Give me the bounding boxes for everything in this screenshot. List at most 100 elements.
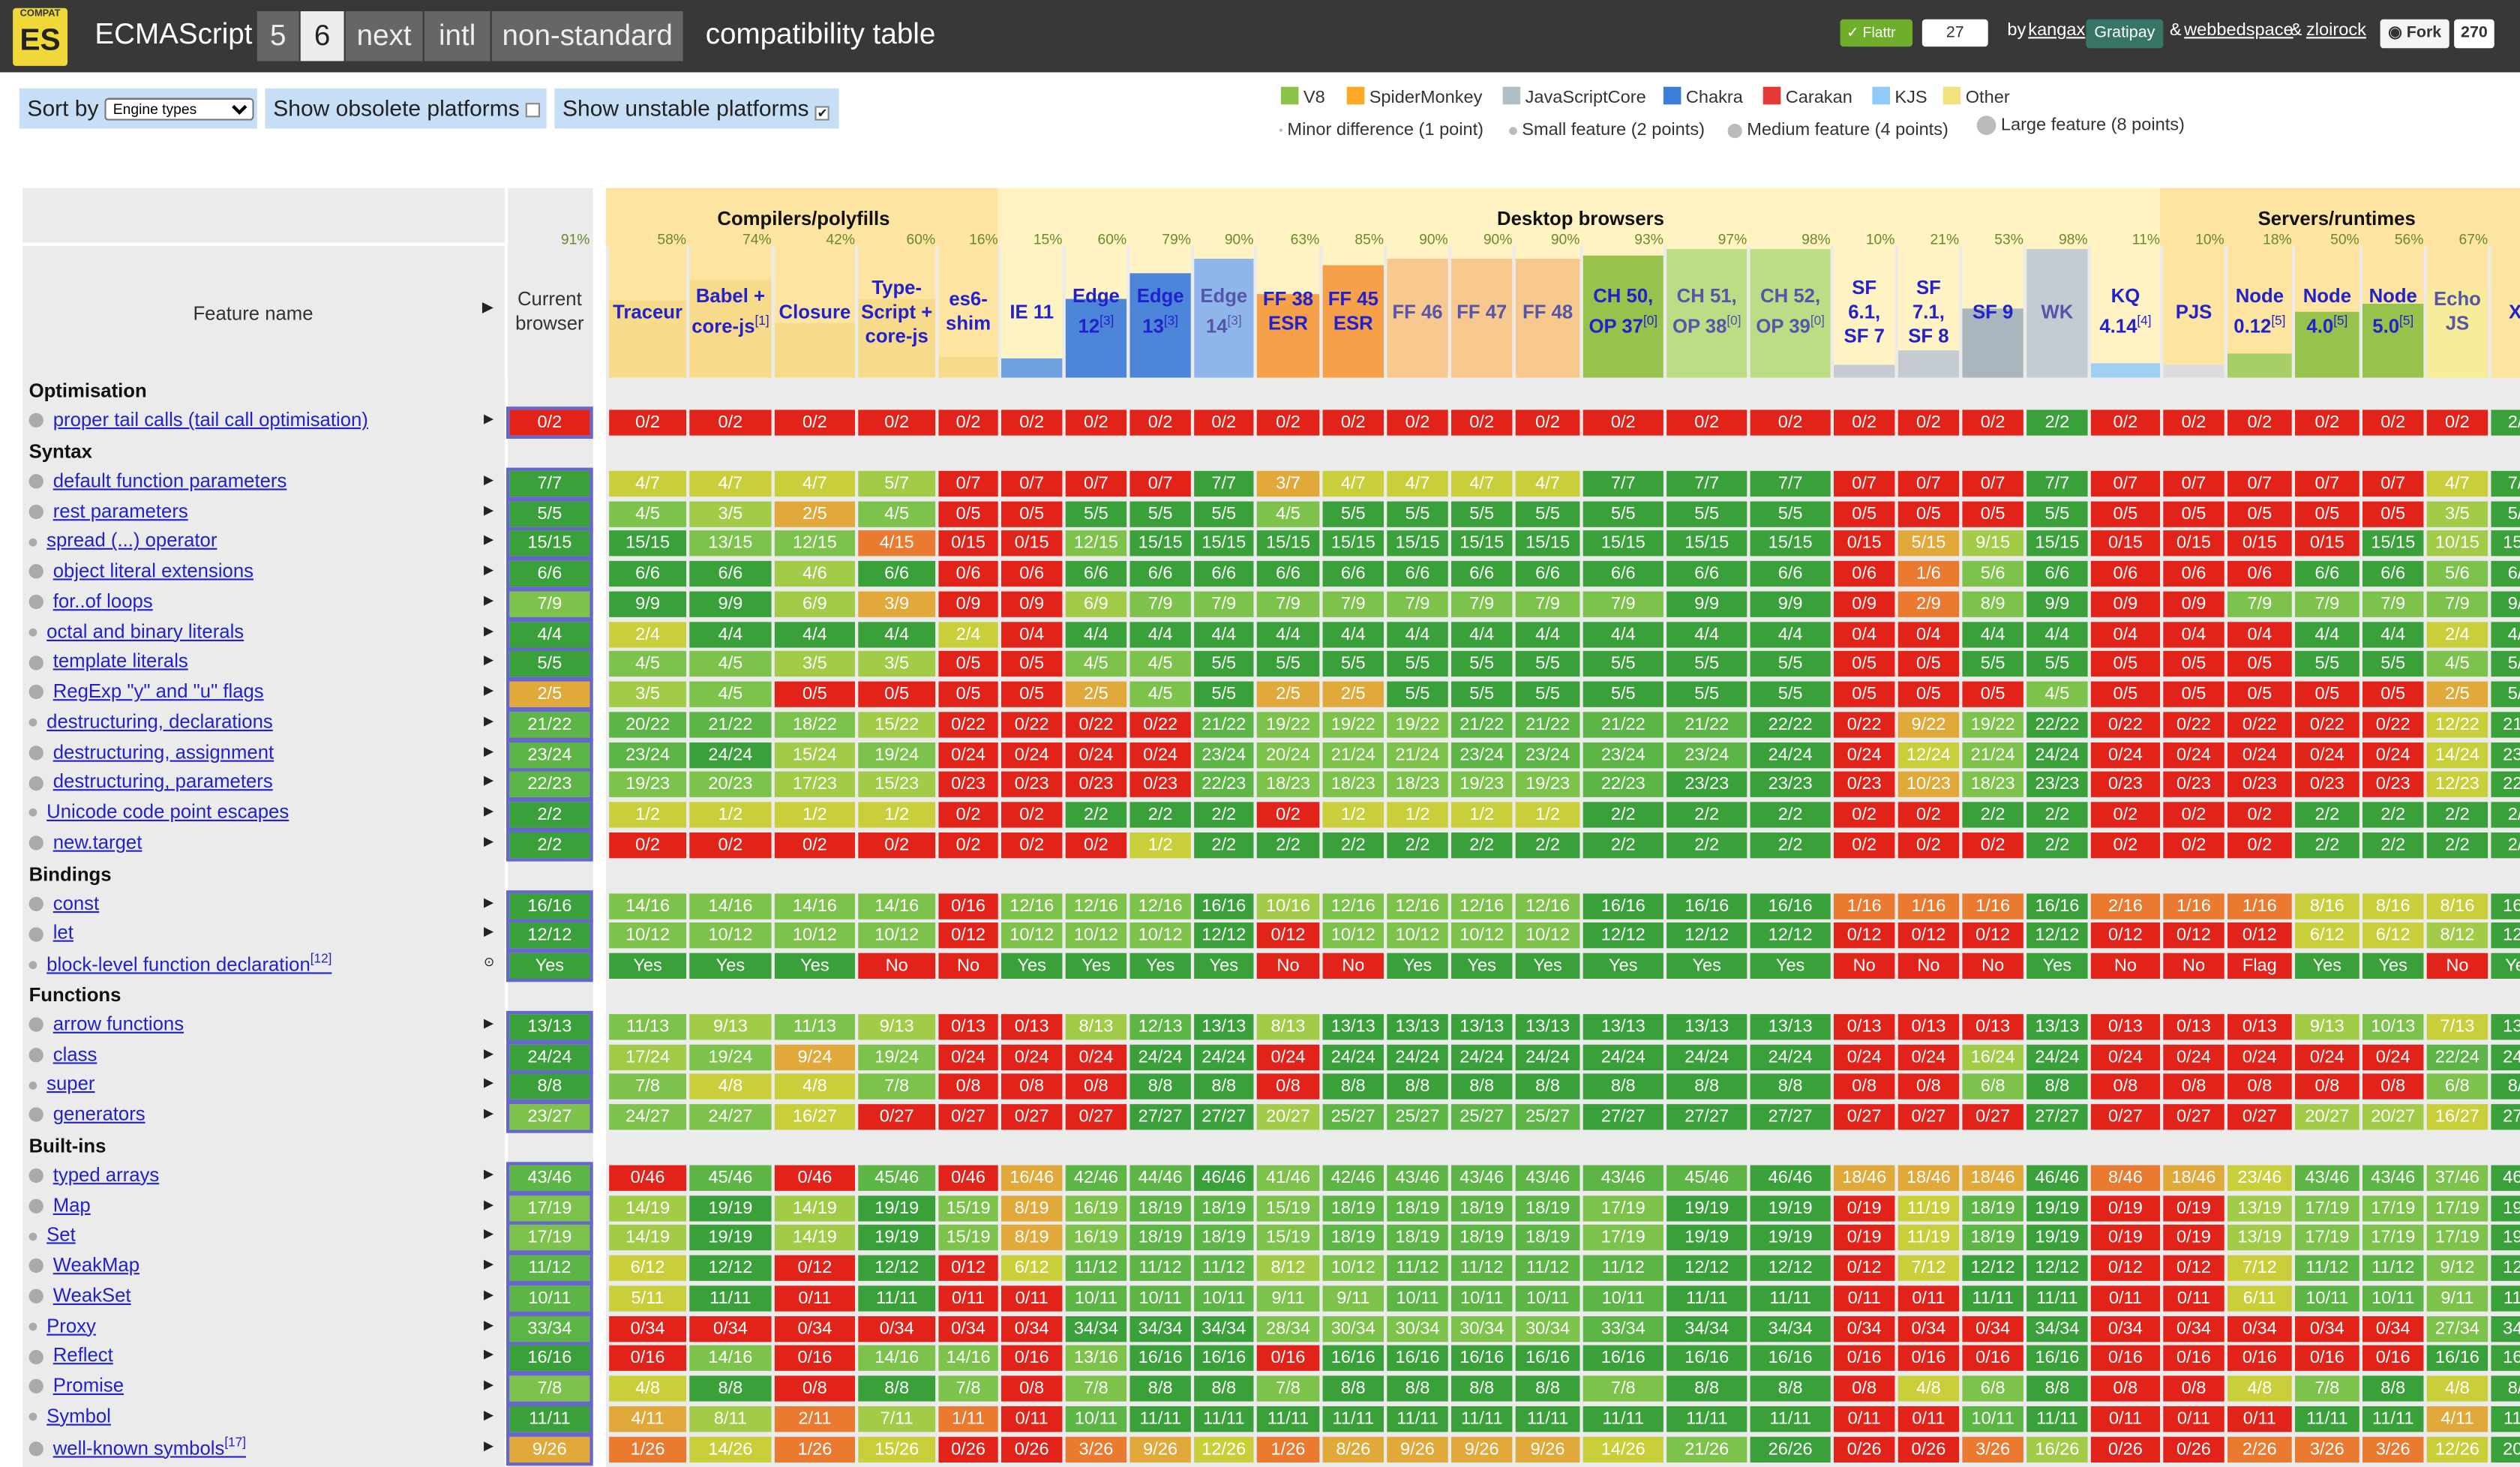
- column-header-19[interactable]: SF 9: [1962, 245, 2024, 378]
- obsolete-checkbox[interactable]: [526, 103, 541, 118]
- feature-link[interactable]: Set: [46, 1223, 76, 1246]
- expand-arrow-icon[interactable]: ▶: [484, 1287, 494, 1301]
- feature-link[interactable]: Unicode code point escapes: [46, 800, 289, 823]
- expand-arrow-icon[interactable]: ▶: [484, 502, 494, 517]
- feature-name-header[interactable]: Feature name ▶: [22, 246, 505, 378]
- feature-link[interactable]: block-level function declaration[12]: [46, 952, 332, 976]
- column-header-24[interactable]: Node 4.0[5]: [2295, 245, 2360, 378]
- expand-arrow-icon[interactable]: ▶: [484, 1076, 494, 1090]
- expand-arrow-icon[interactable]: ▶: [484, 653, 494, 668]
- column-header-22[interactable]: PJS: [2163, 245, 2224, 378]
- feature-link[interactable]: rest parameters: [53, 499, 188, 521]
- column-header-3[interactable]: Type-Script + core-js: [858, 245, 936, 378]
- feature-link[interactable]: default function parameters: [53, 469, 287, 491]
- column-header-2[interactable]: Closure: [774, 245, 855, 378]
- expand-arrow-icon[interactable]: ▶: [484, 1046, 494, 1060]
- expand-arrow-icon[interactable]: ▶: [484, 592, 494, 607]
- gratipay-button[interactable]: Gratipay: [2086, 19, 2164, 49]
- feature-link[interactable]: typed arrays: [53, 1163, 159, 1186]
- expand-arrow-icon[interactable]: ▶: [484, 1377, 494, 1391]
- feature-link[interactable]: let: [53, 921, 74, 944]
- expand-arrow-icon[interactable]: ▶: [484, 1166, 494, 1180]
- feature-link[interactable]: Proxy: [46, 1314, 96, 1336]
- feature-link[interactable]: arrow functions: [53, 1012, 184, 1034]
- expand-arrow-icon[interactable]: ▶: [484, 1257, 494, 1271]
- expand-arrow-icon[interactable]: ⊙: [484, 955, 494, 969]
- version-tab-next[interactable]: next: [345, 11, 423, 62]
- column-header-26[interactable]: Echo JS: [2426, 245, 2488, 378]
- expand-arrow-icon[interactable]: ▶: [484, 1196, 494, 1210]
- author-link-kangax[interactable]: kangax: [2028, 21, 2085, 40]
- column-header-10[interactable]: FF 45 ESR: [1322, 245, 1384, 378]
- expand-arrow-icon[interactable]: ▶: [484, 683, 494, 698]
- author-link-webbedspace[interactable]: webbedspace: [2184, 21, 2293, 40]
- feature-link[interactable]: spread (...) operator: [46, 530, 217, 552]
- expand-all-icon[interactable]: ▶: [482, 299, 494, 317]
- expand-arrow-icon[interactable]: ▶: [484, 1347, 494, 1361]
- feature-link[interactable]: new.target: [53, 830, 142, 853]
- column-header-14[interactable]: CH 50, OP 37[0]: [1582, 245, 1664, 378]
- expand-arrow-icon[interactable]: ▶: [484, 925, 494, 939]
- column-header-13[interactable]: FF 48: [1515, 245, 1580, 378]
- expand-arrow-icon[interactable]: ▶: [484, 743, 494, 758]
- feature-link[interactable]: octal and binary literals: [46, 620, 244, 642]
- github-fork-button[interactable]: ◉ Fork: [2380, 19, 2450, 49]
- column-header-11[interactable]: FF 46: [1387, 245, 1448, 378]
- expand-arrow-icon[interactable]: ▶: [484, 834, 494, 848]
- expand-arrow-icon[interactable]: ▶: [484, 713, 494, 728]
- column-header-5[interactable]: IE 11: [1001, 245, 1063, 378]
- column-header-4[interactable]: es6-shim: [938, 245, 998, 378]
- expand-arrow-icon[interactable]: ▶: [484, 773, 494, 788]
- expand-arrow-icon[interactable]: ▶: [484, 562, 494, 577]
- version-tab-non-standard[interactable]: non-standard: [491, 11, 683, 62]
- column-header-1[interactable]: Babel + core-js[1]: [689, 245, 772, 378]
- expand-arrow-icon[interactable]: ▶: [484, 1106, 494, 1120]
- feature-link[interactable]: Promise: [53, 1374, 124, 1396]
- feature-link[interactable]: for..of loops: [53, 590, 153, 612]
- expand-arrow-icon[interactable]: ▶: [484, 1438, 494, 1452]
- column-header-21[interactable]: KQ 4.14[4]: [2090, 245, 2160, 378]
- feature-link[interactable]: WeakSet: [53, 1284, 131, 1306]
- column-header-12[interactable]: FF 47: [1450, 245, 1513, 378]
- column-header-0[interactable]: Traceur: [609, 245, 686, 378]
- expand-arrow-icon[interactable]: ▶: [484, 1317, 494, 1331]
- flattr-button[interactable]: ✓ Flattr: [1840, 19, 1912, 47]
- column-header-16[interactable]: CH 52, OP 39[0]: [1750, 245, 1831, 378]
- obsolete-toggle[interactable]: Show obsolete platforms: [265, 88, 547, 129]
- column-header-17[interactable]: SF 6.1, SF 7: [1834, 245, 1895, 378]
- column-header-27[interactable]: X: [2491, 245, 2520, 378]
- feature-link[interactable]: class: [53, 1042, 98, 1065]
- version-tab-intl[interactable]: intl: [424, 11, 490, 62]
- es-logo[interactable]: COMPAT ES: [13, 8, 68, 66]
- column-header-18[interactable]: SF 7.1, SF 8: [1898, 245, 1960, 378]
- column-header-23[interactable]: Node 0.12[5]: [2228, 245, 2292, 378]
- version-tab-5[interactable]: 5: [256, 11, 299, 62]
- feature-link[interactable]: Symbol: [46, 1404, 111, 1426]
- expand-arrow-icon[interactable]: ▶: [484, 412, 494, 426]
- feature-link[interactable]: RegExp "y" and "u" flags: [53, 680, 264, 702]
- expand-arrow-icon[interactable]: ▶: [484, 532, 494, 547]
- unstable-toggle[interactable]: Show unstable platforms ✔: [554, 88, 839, 129]
- feature-link[interactable]: proper tail calls (tail call optimisatio…: [53, 408, 368, 430]
- feature-link[interactable]: Map: [53, 1193, 91, 1216]
- feature-link[interactable]: object literal extensions: [53, 560, 254, 582]
- feature-link[interactable]: Reflect: [53, 1344, 113, 1366]
- expand-arrow-icon[interactable]: ▶: [484, 472, 494, 486]
- column-header-8[interactable]: Edge 14[3]: [1194, 245, 1254, 378]
- column-header-6[interactable]: Edge 12[3]: [1065, 245, 1127, 378]
- feature-link[interactable]: generators: [53, 1102, 146, 1125]
- feature-link[interactable]: destructuring, assignment: [53, 740, 274, 763]
- expand-arrow-icon[interactable]: ▶: [484, 803, 494, 818]
- feature-link[interactable]: destructuring, declarations: [46, 710, 273, 733]
- expand-arrow-icon[interactable]: ▶: [484, 1408, 494, 1422]
- feature-link[interactable]: WeakMap: [53, 1253, 140, 1276]
- expand-arrow-icon[interactable]: ▶: [484, 622, 494, 637]
- column-header-7[interactable]: Edge 13[3]: [1130, 245, 1191, 378]
- column-header-9[interactable]: FF 38 ESR: [1256, 245, 1320, 378]
- feature-link[interactable]: template literals: [53, 650, 188, 672]
- version-tab-6[interactable]: 6: [300, 11, 344, 62]
- feature-link[interactable]: destructuring, parameters: [53, 770, 273, 793]
- column-header-25[interactable]: Node 5.0[5]: [2362, 245, 2424, 378]
- expand-arrow-icon[interactable]: ▶: [484, 1016, 494, 1030]
- expand-arrow-icon[interactable]: ▶: [484, 1227, 494, 1241]
